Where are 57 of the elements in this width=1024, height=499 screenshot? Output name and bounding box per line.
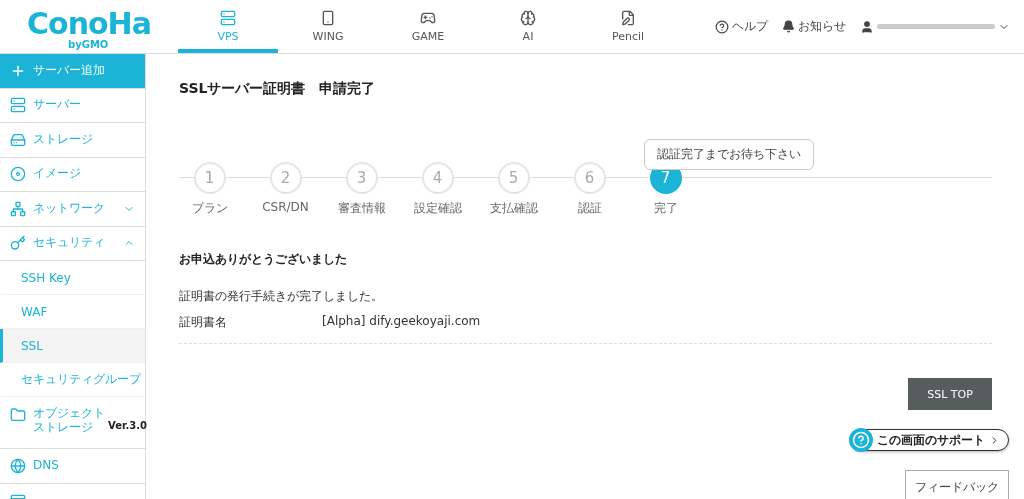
sidebar-subitem[interactable]: SSL xyxy=(0,329,145,363)
sidebar-item-label: オブジェクトストレージ xyxy=(33,407,106,435)
server-icon xyxy=(10,97,26,114)
folder-icon xyxy=(10,407,26,423)
sidebar-item-label: ストレージ xyxy=(33,132,94,147)
step-circle: 3 xyxy=(345,162,378,194)
step-circle: 4 xyxy=(421,162,454,194)
sidebar-item-label: イメージ xyxy=(33,167,82,182)
help-link[interactable]: ヘルプ xyxy=(715,18,768,35)
support-button[interactable]: この画面のサポート xyxy=(851,429,1009,451)
step-label: 審査情報 xyxy=(337,200,386,217)
step-label: 完了 xyxy=(653,200,678,217)
feedback-button[interactable]: フィードバック xyxy=(905,470,1009,499)
storage-icon xyxy=(10,131,26,148)
step-label: プラン xyxy=(191,200,228,217)
bell-icon xyxy=(782,20,795,33)
server-icon xyxy=(220,10,236,26)
question-icon xyxy=(849,428,873,452)
user-icon xyxy=(860,19,874,34)
ssl-top-button[interactable]: SSL TOP xyxy=(908,378,992,410)
version-label: Ver.3.0 xyxy=(108,420,147,431)
logo-subtitle: byGMO xyxy=(68,40,109,50)
globe-icon xyxy=(10,457,26,474)
message-text: 証明書の発行手続きが完了しました。 xyxy=(179,288,384,305)
notices-link[interactable]: お知らせ xyxy=(782,18,846,35)
tooltip: 認証完了までお待ち下さい xyxy=(643,139,814,170)
step-circle: 2 xyxy=(269,162,302,194)
step-circle: 1 xyxy=(193,162,226,194)
sidebar-item-label: DNS xyxy=(33,458,60,473)
logo: ConoHa xyxy=(27,9,151,38)
image-icon xyxy=(10,166,26,183)
step-label: 設定確認 xyxy=(413,200,462,217)
field-value: [Alpha] dify.geekoyaji.com xyxy=(322,314,481,330)
sidebar-item-label: ネットワーク xyxy=(33,201,106,216)
game-icon xyxy=(420,10,436,26)
thanks-heading: お申込ありがとうございました xyxy=(179,251,348,268)
account-menu[interactable] xyxy=(860,19,1010,34)
field-label: 証明書名 xyxy=(179,314,228,331)
network-icon xyxy=(10,200,26,217)
help-icon xyxy=(715,19,729,34)
nav-tab[interactable]: GAME xyxy=(378,0,478,53)
pencil-icon xyxy=(620,10,636,26)
step-label: 支払確認 xyxy=(489,200,538,217)
sidebar-item[interactable]: サーバー追加 xyxy=(0,54,145,89)
page-title: SSLサーバー証明書 申請完了 xyxy=(179,80,377,98)
step-circle: 5 xyxy=(497,162,530,194)
step-label: 認証 xyxy=(577,200,602,217)
step-circle: 6 xyxy=(573,162,606,194)
step-label: CSR/DN xyxy=(262,200,309,214)
sidebar-item-label: サーバー追加 xyxy=(33,63,106,78)
nav-tab[interactable]: VPS xyxy=(178,0,278,53)
sidebar-item-label: セキュリティ xyxy=(33,236,106,251)
key-icon xyxy=(10,235,26,252)
nav-tab[interactable]: Pencil xyxy=(578,0,678,53)
sidebar-item-label: サーバー xyxy=(33,98,82,113)
nav-tab[interactable]: WING xyxy=(278,0,378,53)
nav-tab[interactable]: AI xyxy=(478,0,578,53)
